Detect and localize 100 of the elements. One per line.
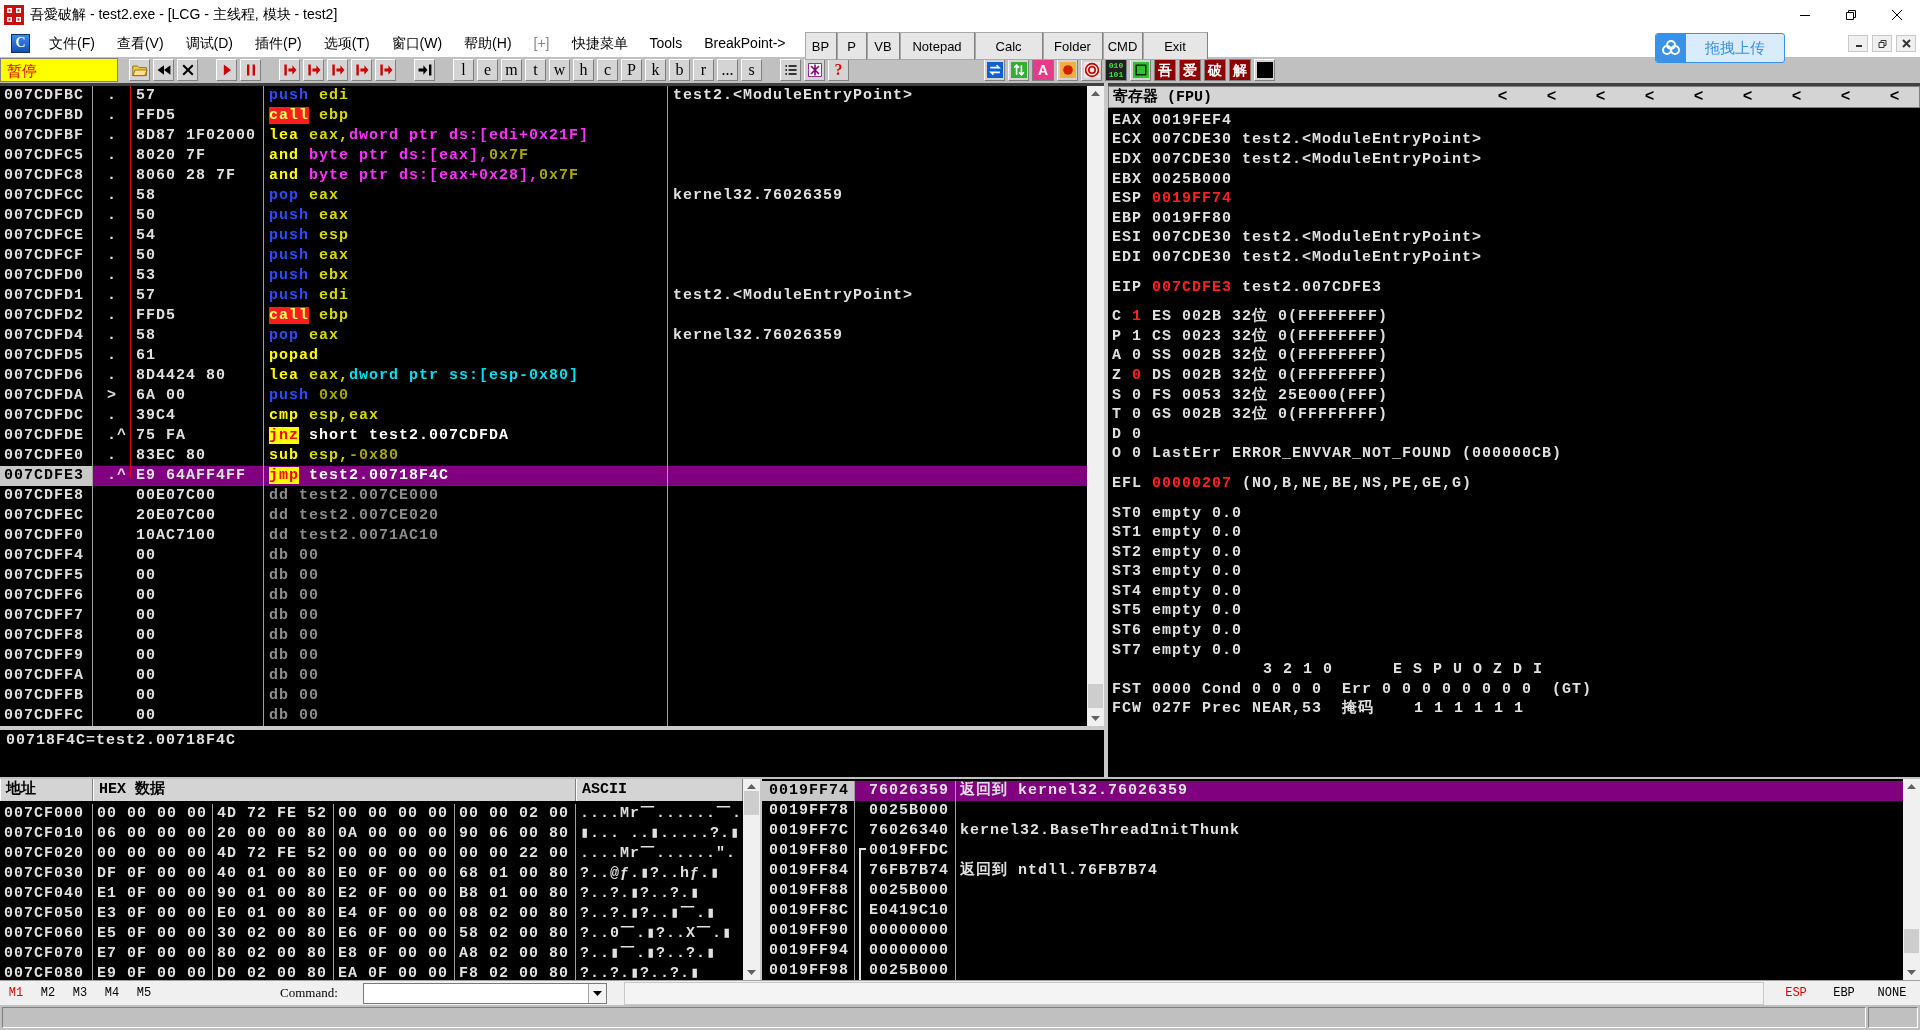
- toolbar-button[interactable]: m: [501, 58, 522, 81]
- toolbar-button[interactable]: A: [1032, 58, 1054, 81]
- toolbar-button[interactable]: [1254, 58, 1275, 81]
- toolbar-button[interactable]: l: [453, 58, 474, 81]
- menu-item[interactable]: 窗口(W): [380, 30, 454, 56]
- toolbar-button[interactable]: [1130, 58, 1151, 81]
- stack-row[interactable]: 0019FF78 0025B000: [762, 800, 1903, 821]
- menu-item[interactable]: BreakPoint->: [693, 30, 797, 56]
- command-field[interactable]: [363, 982, 607, 1004]
- scroll-thumb[interactable]: [744, 790, 759, 815]
- toolbar-button[interactable]: Calc: [974, 32, 1043, 60]
- arrow-button[interactable]: <: [1723, 87, 1772, 106]
- toolbar-button[interactable]: 010 101: [1105, 58, 1127, 81]
- toolbar-button[interactable]: 解: [1229, 58, 1251, 81]
- disasm-row[interactable]: 007CDFE3 .^ E9 64AFF4FF jmp test2.00718F4C: [0, 465, 1088, 486]
- column-header[interactable]: HEX 数据: [93, 778, 576, 801]
- stack-row[interactable]: 0019FF90 00000000: [762, 920, 1903, 941]
- menu-item[interactable]: 选项(T): [312, 30, 381, 56]
- column-header[interactable]: 地址: [0, 778, 93, 801]
- marker-button[interactable]: M2: [32, 986, 64, 1001]
- arrow-button[interactable]: <: [1625, 87, 1674, 106]
- minimize-button[interactable]: [1848, 35, 1868, 52]
- disasm-row[interactable]: 007CDFF7 00 db 00: [0, 605, 1088, 626]
- arrow-button[interactable]: <: [1478, 87, 1527, 106]
- toolbar-button[interactable]: Notepad: [899, 32, 975, 60]
- scrollbar[interactable]: [743, 778, 760, 980]
- disasm-row[interactable]: 007CDFF8 00 db 00: [0, 625, 1088, 646]
- disasm-row[interactable]: 007CDFD2 . FFD5 call ebp: [0, 305, 1088, 326]
- disasm-row[interactable]: 007CDFFC 00 db 00: [0, 705, 1088, 726]
- menu-item[interactable]: 快捷菜单: [560, 30, 639, 56]
- stack-row[interactable]: 0019FF74 76026359 返回到 kernel32.76026359: [762, 780, 1903, 801]
- arrow-button[interactable]: <: [1674, 87, 1723, 106]
- stack-row[interactable]: 0019FF80 0019FFDC: [762, 840, 1903, 861]
- toolbar-button[interactable]: 爱: [1179, 58, 1201, 81]
- menu-item[interactable]: 查看(V): [105, 30, 175, 56]
- restore-button[interactable]: [1872, 35, 1892, 52]
- disasm-row[interactable]: 007CDFBD . FFD5 call ebp: [0, 105, 1088, 126]
- arrow-button[interactable]: <: [1527, 87, 1576, 106]
- disasm-row[interactable]: 007CDFE8 00E07C00 dd test2.007CE000: [0, 485, 1088, 506]
- arrow-button[interactable]: <: [1576, 87, 1625, 106]
- toolbar-button[interactable]: Folder: [1042, 32, 1103, 60]
- toolbar-button[interactable]: k: [645, 58, 666, 81]
- toolbar-button[interactable]: [414, 58, 435, 81]
- marker-button[interactable]: M4: [96, 986, 128, 1001]
- disasm-row[interactable]: 007CDFF5 00 db 00: [0, 565, 1088, 586]
- disasm-row[interactable]: 007CDFF9 00 db 00: [0, 645, 1088, 666]
- disasm-row[interactable]: 007CDFFB 00 db 00: [0, 685, 1088, 706]
- menu-item[interactable]: 文件(F): [38, 30, 106, 56]
- stack-row[interactable]: 0019FF84 76FB7B74 返回到 ntdll.76FB7B74: [762, 860, 1903, 881]
- toolbar-button[interactable]: h: [573, 58, 594, 81]
- stack-row[interactable]: 0019FF94 00000000: [762, 940, 1903, 961]
- toolbar-button[interactable]: P: [836, 32, 867, 60]
- toolbar-button[interactable]: [780, 58, 801, 81]
- stack-row[interactable]: 0019FF8C E0419C10: [762, 900, 1903, 921]
- scroll-thumb[interactable]: [1088, 683, 1104, 708]
- disasm-row[interactable]: 007CDFF0 10AC7100 dd test2.0071AC10: [0, 525, 1088, 546]
- scroll-thumb[interactable]: [1904, 928, 1919, 953]
- disasm-row[interactable]: 007CDFDE .^ 75 FA jnz short test2.007CDFDA: [0, 425, 1088, 446]
- register-value: 0019FF74: [1152, 189, 1232, 209]
- disasm-row[interactable]: 007CDFFA 00 db 00: [0, 665, 1088, 686]
- toolbar-button[interactable]: t: [525, 58, 546, 81]
- toolbar-button[interactable]: Exit: [1142, 32, 1208, 60]
- toolbar-button[interactable]: r: [693, 58, 714, 81]
- stack-row[interactable]: 0019FF88 0025B000: [762, 880, 1903, 901]
- scrollbar[interactable]: [1903, 778, 1920, 980]
- arrow-button[interactable]: <: [1870, 87, 1919, 106]
- register-button[interactable]: EBP: [1820, 986, 1868, 1001]
- disasm-row[interactable]: 007CDFF4 00 db 00: [0, 545, 1088, 566]
- toolbar-button[interactable]: [804, 58, 825, 81]
- toolbar-button[interactable]: [177, 58, 198, 81]
- arrow-button[interactable]: <: [1772, 87, 1821, 106]
- toolbar-button[interactable]: 破: [1204, 58, 1226, 81]
- toolbar-button[interactable]: [1081, 58, 1102, 81]
- disasm-row[interactable]: 007CDFF6 00 db 00: [0, 585, 1088, 606]
- toolbar-button[interactable]: VB: [866, 32, 900, 60]
- stack-row[interactable]: 0019FF7C 76026340 kernel32.BaseThreadInitThunk: [762, 820, 1903, 841]
- marker-button[interactable]: M1: [0, 986, 32, 1001]
- menu-item[interactable]: Tools: [638, 30, 694, 56]
- toolbar-button[interactable]: P: [621, 58, 642, 81]
- toolbar-button[interactable]: e: [477, 58, 498, 81]
- toolbar-button[interactable]: w: [549, 58, 570, 81]
- toolbar-button[interactable]: c: [597, 58, 618, 81]
- toolbar-button[interactable]: BP: [804, 32, 837, 60]
- disasm-row[interactable]: 007CDFEC 20E07C00 dd test2.007CE020: [0, 505, 1088, 526]
- menu-item[interactable]: 调试(D): [174, 30, 244, 56]
- toolbar-button[interactable]: CMD: [1102, 32, 1143, 60]
- register-button[interactable]: ESP: [1772, 986, 1820, 1001]
- register-button[interactable]: NONE: [1868, 986, 1916, 1001]
- close-button[interactable]: [1896, 35, 1916, 52]
- menu-item[interactable]: 帮助(H): [453, 30, 523, 56]
- scrollbar[interactable]: [1087, 85, 1105, 726]
- marker-button[interactable]: M3: [64, 986, 96, 1001]
- toolbar-button[interactable]: [153, 58, 174, 81]
- toolbar-button[interactable]: b: [669, 58, 690, 81]
- menu-item[interactable]: 插件(P): [244, 30, 313, 56]
- marker-button[interactable]: M5: [128, 986, 160, 1001]
- toolbar-button[interactable]: s: [741, 58, 762, 81]
- arrow-button[interactable]: <: [1821, 87, 1870, 106]
- toolbar-button[interactable]: ...: [717, 58, 738, 81]
- toolbar-button[interactable]: 吾: [1154, 58, 1176, 81]
